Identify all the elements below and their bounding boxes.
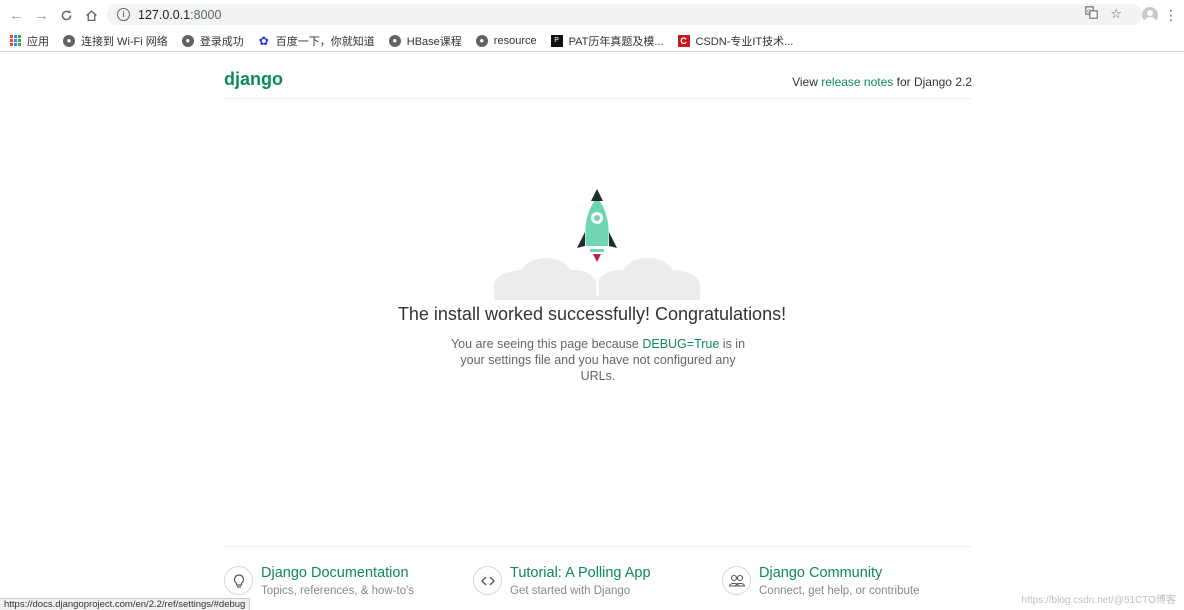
bookmark-pat[interactable]: P PAT历年真题及模... [550,33,664,49]
card-title[interactable]: Django Documentation [261,564,414,582]
globe-icon: ● [63,34,75,47]
release-suffix: for Django 2.2 [893,75,972,89]
csdn-icon: C [677,34,690,47]
star-icon[interactable]: ☆ [1110,6,1122,22]
debug-description: You are seeing this page because DEBUG=T… [448,336,748,384]
release-notes-text: View release notes for Django 2.2 [792,75,972,89]
globe-icon: ● [388,34,401,47]
home-button[interactable] [79,1,104,29]
pat-icon: P [550,34,563,47]
bookmark-label: resource [493,34,537,47]
django-logo[interactable]: django [224,69,283,90]
bookmark-resource[interactable]: ● resource [475,34,537,47]
globe-icon: ● [181,34,194,47]
bookmark-label: CSDN-专业IT技术... [695,35,794,48]
bookmark-label: 连接到 Wi-Fi 网络 [81,35,168,48]
watermark: https://blog.csdn.net/@51CTO博客 [1021,595,1176,606]
bookmark-label: PAT历年真题及模... [568,35,664,48]
address-bar[interactable]: i 127.0.0.1:8000 G ☆ [107,4,1142,25]
card-subtitle: Get started with Django [510,585,631,597]
reload-icon [61,9,72,20]
card-title[interactable]: Tutorial: A Polling App [510,564,651,582]
debug-setting: DEBUG=True [642,337,720,351]
card-subtitle: Connect, get help, or contribute [759,585,920,597]
bookmark-apps[interactable]: 应用 [10,33,49,49]
bookmark-label: 百度一下，你就知道 [275,35,375,48]
tutorial-card[interactable]: Tutorial: A Polling App Get started with… [473,564,651,599]
back-button[interactable]: ← [4,1,29,29]
arrow-right-icon: → [34,6,49,24]
home-icon [86,9,97,21]
lightbulb-icon [224,566,253,595]
url-host: 127.0.0.1 [138,7,191,22]
baidu-paw-icon: ✿ [258,33,269,48]
release-notes-link[interactable]: release notes [821,75,893,89]
bookmark-wifi[interactable]: ● 连接到 Wi-Fi 网络 [63,33,168,49]
bookmark-label: 登录成功 [199,35,244,48]
translate-icon[interactable]: G [1085,6,1099,22]
bookmark-csdn[interactable]: C CSDN-专业IT技术... [677,33,794,49]
rocket-icon [494,189,700,300]
desc-prefix: You are seeing this page because [450,337,643,351]
url-port: :8000 [190,7,222,22]
community-card[interactable]: Django Community Connect, get help, or c… [722,564,919,599]
arrow-left-icon: ← [9,6,24,24]
page-header: django View release notes for Django 2.2 [224,62,972,99]
install-success-title: The install worked successfully! Congrat… [397,304,787,324]
docs-card[interactable]: Django Documentation Topics, references,… [224,564,414,599]
footer-divider [224,546,972,547]
forward-button[interactable]: → [29,1,54,29]
bookmark-baidu[interactable]: ✿ 百度一下，你就知道 [258,33,375,49]
bookmark-login[interactable]: ● 登录成功 [181,33,244,49]
release-prefix: View [792,75,822,89]
rocket-illustration [494,188,700,300]
bookmark-hbase[interactable]: ● HBase课程 [388,33,462,49]
code-brackets-icon [473,566,502,595]
profile-icon[interactable] [1142,7,1158,23]
globe-icon: ● [475,34,488,47]
svg-text:G: G [1087,9,1091,15]
card-subtitle: Topics, references, & how-to's [261,585,415,597]
reload-button[interactable] [54,1,79,29]
bookmark-label: HBase课程 [406,35,462,48]
status-bar-url: https://docs.djangoproject.com/en/2.2/re… [0,598,251,610]
people-icon [722,566,751,595]
bookmarks-bar: 应用 ● 连接到 Wi-Fi 网络 ● 登录成功 ✿ 百度一下，你就知道 ● H… [0,30,1184,52]
info-icon[interactable]: i [117,8,130,21]
bookmark-label: 应用 [27,35,49,48]
apps-grid-icon [10,35,21,46]
vertical-dots-icon[interactable]: ⋮ [1164,8,1178,22]
browser-toolbar: ← → i 127.0.0.1:8000 G ☆ ⋮ [0,0,1184,30]
card-title[interactable]: Django Community [759,564,919,582]
